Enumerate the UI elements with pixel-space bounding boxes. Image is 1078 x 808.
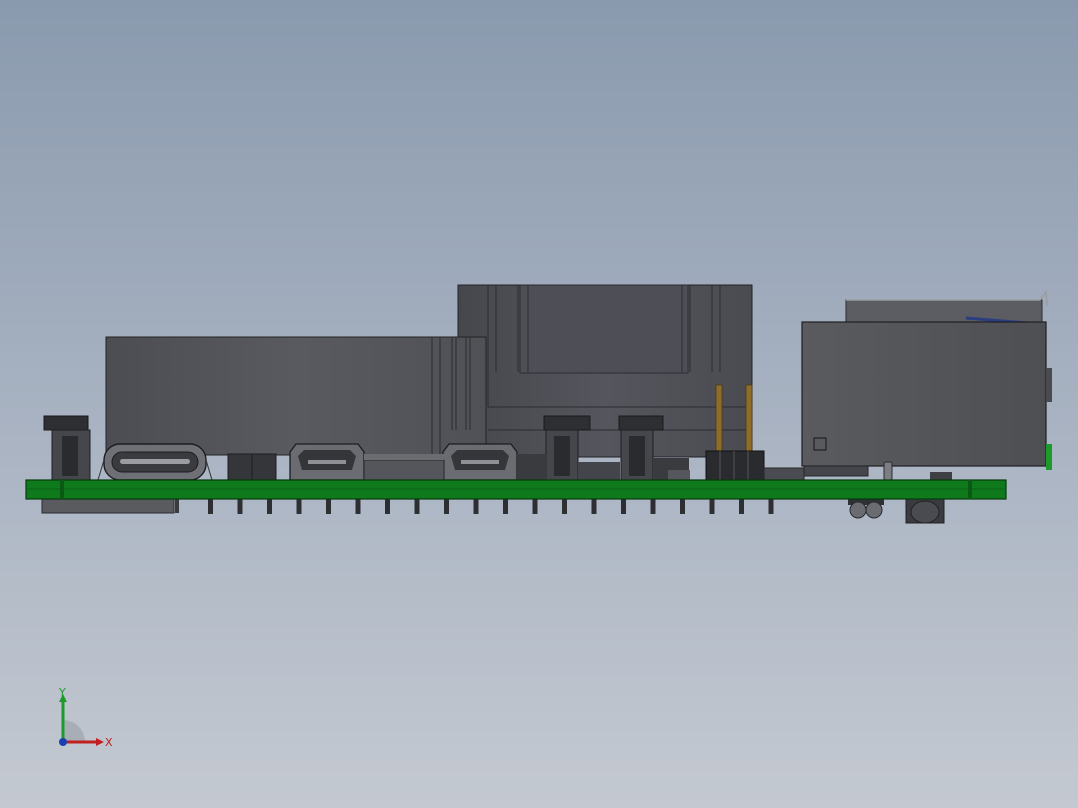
gpio-pin (385, 499, 390, 514)
x-axis-label: X (105, 736, 113, 749)
x-axis-arrow (96, 738, 104, 746)
pcb-board (25, 479, 1007, 500)
gpio-pins-bottom (208, 499, 774, 514)
orientation-triad[interactable]: Y X (50, 686, 120, 752)
gpio-pin (473, 499, 479, 514)
gpio-pin (237, 499, 243, 514)
gpio-pin (650, 499, 656, 514)
z-axis-dot (59, 738, 67, 746)
gpio-pin (562, 499, 567, 514)
gpio-pin (208, 499, 213, 514)
gpio-pin (326, 499, 331, 514)
gpio-pin (355, 499, 361, 514)
gpio-pin (414, 499, 420, 514)
y-axis-label: Y (58, 686, 66, 699)
ethernet-usb-stack (801, 289, 1052, 481)
triad-plane (63, 720, 85, 742)
gpio-pin (739, 499, 744, 514)
fan-header-pins (705, 384, 805, 481)
usb-c-port (97, 443, 213, 481)
gpio-pin (503, 499, 508, 514)
gpio-pin (768, 499, 774, 514)
micro-hdmi-port-2 (442, 443, 518, 481)
heatsink-shroud (457, 284, 753, 458)
gpio-pin (267, 499, 272, 514)
micro-hdmi-port-1 (289, 443, 365, 481)
bottom-components (41, 498, 945, 524)
board-model[interactable] (0, 0, 1078, 808)
case-block (105, 336, 487, 456)
gpio-pin (532, 499, 538, 514)
cad-viewport[interactable]: Y X (0, 0, 1078, 808)
gpio-pin (591, 499, 597, 514)
gpio-pin (621, 499, 626, 514)
gpio-pin (680, 499, 685, 514)
gpio-pin (444, 499, 449, 514)
gpio-pin (709, 499, 715, 514)
gpio-pin (296, 499, 302, 514)
